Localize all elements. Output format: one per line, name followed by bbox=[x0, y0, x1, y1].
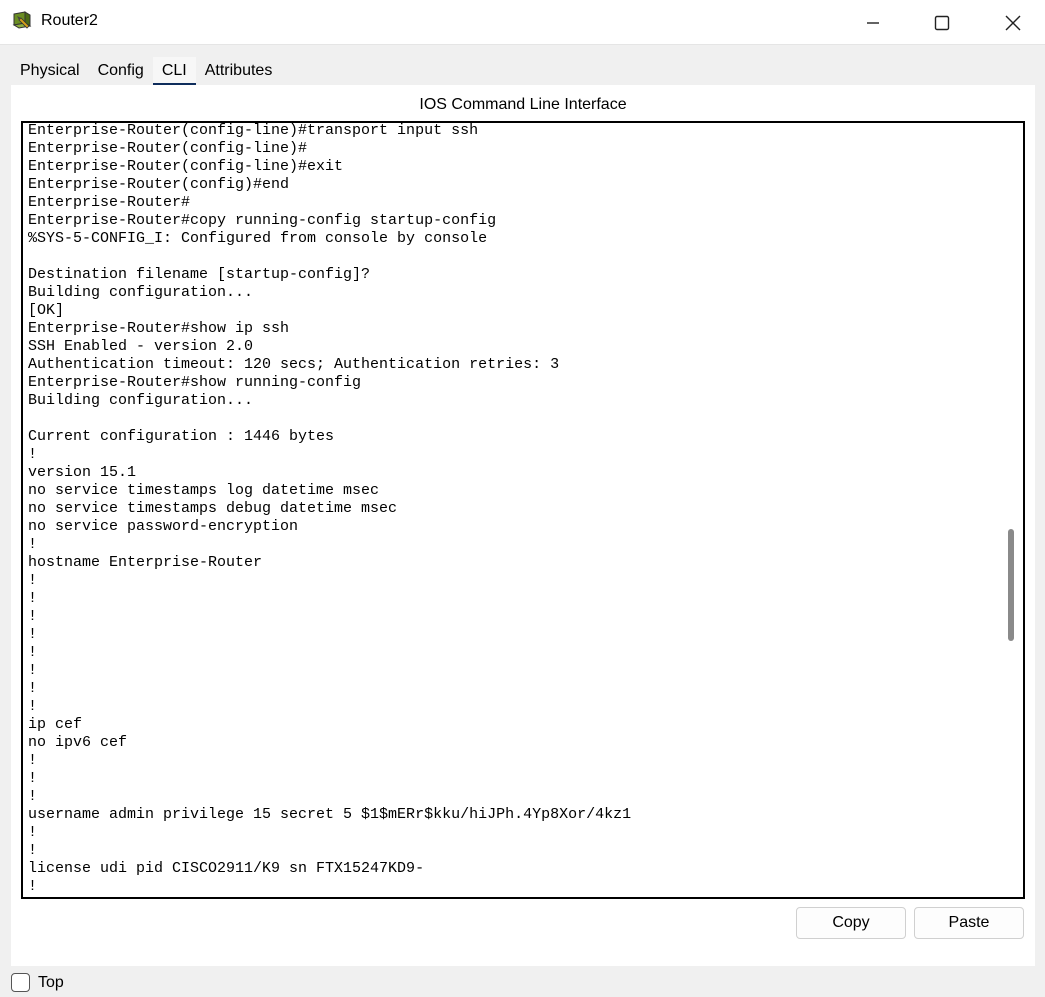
terminal-line: ! bbox=[28, 824, 38, 841]
terminal-line: [OK] bbox=[28, 302, 65, 319]
terminal-line: ! bbox=[28, 878, 38, 895]
close-icon bbox=[1005, 15, 1021, 30]
terminal-line: no service timestamps debug datetime mse… bbox=[28, 500, 398, 517]
terminal-line: Enterprise-Router#show running-config bbox=[28, 374, 362, 391]
terminal-line: no ipv6 cef bbox=[28, 734, 128, 751]
terminal-line: Enterprise-Router# bbox=[28, 194, 191, 211]
tab-config[interactable]: Config bbox=[88, 57, 153, 85]
paste-button[interactable]: Paste bbox=[914, 907, 1024, 939]
tab-attributes[interactable]: Attributes bbox=[195, 57, 282, 85]
terminal-line: Destination filename [startup-config]? bbox=[28, 266, 371, 283]
terminal-line: ! bbox=[28, 680, 38, 697]
terminal-line: Enterprise-Router(config-line)#transport… bbox=[28, 122, 479, 139]
terminal-line: no service password-encryption bbox=[28, 518, 299, 535]
close-button[interactable] bbox=[978, 0, 1045, 45]
tab-physical[interactable]: Physical bbox=[11, 57, 89, 85]
terminal-line: ! bbox=[28, 608, 38, 625]
terminal-output: Enterprise-Router(config-line)#transport… bbox=[28, 122, 632, 896]
terminal-line: license udi pid CISCO2911/K9 sn FTX15247… bbox=[28, 860, 425, 877]
terminal-line: ! bbox=[28, 446, 38, 463]
router-icon bbox=[12, 11, 32, 29]
terminal-line: no service timestamps log datetime msec bbox=[28, 482, 380, 499]
title-bar: Router2 bbox=[0, 0, 1045, 45]
terminal-line: %SYS-5-CONFIG_I: Configured from console… bbox=[28, 230, 488, 247]
terminal-line: Enterprise-Router(config)#end bbox=[28, 176, 290, 193]
terminal-line: Enterprise-Router(config-line)# bbox=[28, 140, 308, 157]
terminal-line: SSH Enabled - version 2.0 bbox=[28, 338, 254, 355]
top-checkbox[interactable] bbox=[11, 973, 30, 992]
maximize-icon bbox=[934, 15, 950, 30]
terminal-line: ! bbox=[28, 752, 38, 769]
window-title: Router2 bbox=[41, 12, 98, 29]
terminal-line: ! bbox=[28, 842, 38, 859]
terminal-line: hostname Enterprise-Router bbox=[28, 554, 263, 571]
terminal-line: ! bbox=[28, 698, 38, 715]
window-content: Physical Config CLI Attributes IOS Comma… bbox=[0, 45, 1045, 997]
terminal-line: ! bbox=[28, 626, 38, 643]
terminal-line: ! bbox=[28, 644, 38, 661]
terminal-line: ! bbox=[28, 572, 38, 589]
top-checkbox-label: Top bbox=[38, 974, 64, 991]
copy-button[interactable]: Copy bbox=[796, 907, 906, 939]
terminal-line: ip cef bbox=[28, 716, 83, 733]
maximize-button[interactable] bbox=[907, 0, 977, 45]
cli-panel: IOS Command Line Interface Enterprise-Ro… bbox=[11, 85, 1035, 966]
cli-terminal[interactable]: Enterprise-Router(config-line)#transport… bbox=[21, 121, 1025, 899]
terminal-line: Current configuration : 1446 bytes bbox=[28, 428, 335, 445]
terminal-line: Building configuration... bbox=[28, 284, 254, 301]
terminal-line: Enterprise-Router#copy running-config st… bbox=[28, 212, 497, 229]
terminal-line: ! bbox=[28, 788, 38, 805]
terminal-line: ! bbox=[28, 770, 38, 787]
terminal-line: username admin privilege 15 secret 5 $1$… bbox=[28, 806, 632, 823]
minimize-icon bbox=[867, 21, 879, 24]
terminal-line: ! bbox=[28, 590, 38, 607]
terminal-line: Enterprise-Router#show ip ssh bbox=[28, 320, 290, 337]
cli-panel-title: IOS Command Line Interface bbox=[419, 96, 627, 113]
terminal-line: Authentication timeout: 120 secs; Authen… bbox=[28, 356, 560, 373]
terminal-line: Enterprise-Router(config-line)#exit bbox=[28, 158, 344, 175]
terminal-line: ! bbox=[28, 536, 38, 553]
terminal-line: ! bbox=[28, 662, 38, 679]
tab-bar: Physical Config CLI Attributes bbox=[11, 57, 282, 86]
terminal-line: version 15.1 bbox=[28, 464, 137, 481]
tab-cli[interactable]: CLI bbox=[152, 57, 196, 86]
terminal-line: Building configuration... bbox=[28, 392, 254, 409]
scrollbar-thumb[interactable] bbox=[1008, 529, 1014, 641]
minimize-button[interactable] bbox=[838, 0, 908, 45]
